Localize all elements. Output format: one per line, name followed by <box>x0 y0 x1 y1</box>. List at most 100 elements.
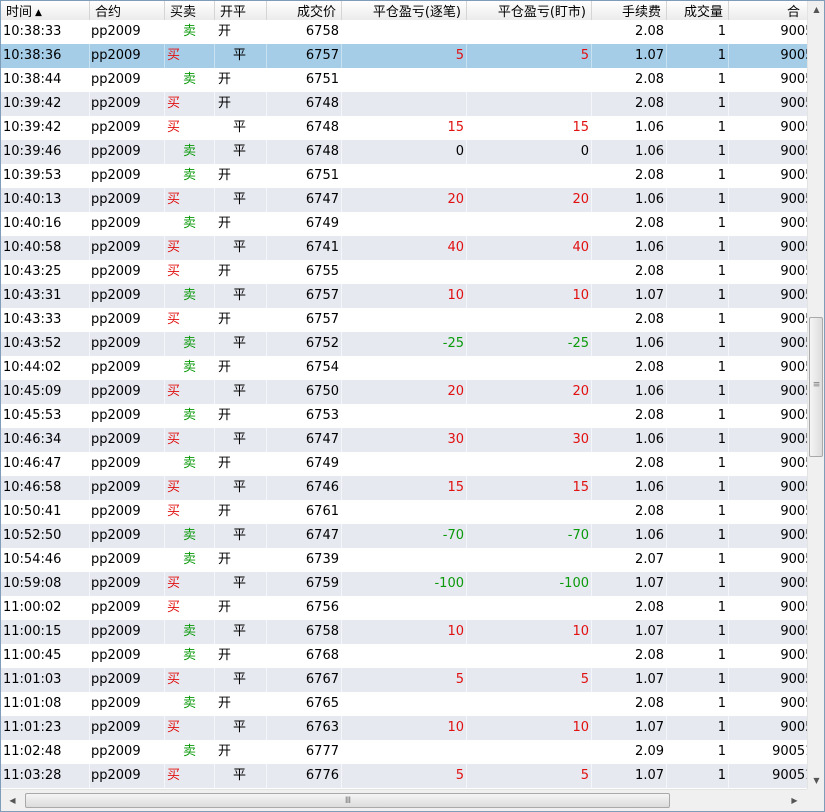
pnl-mark-cell: -70 <box>467 524 592 548</box>
pnl-per-trade-cell <box>342 260 467 284</box>
open-close-cell: 平 <box>215 44 267 68</box>
table-row[interactable]: 10:39:42pp2009买平674815151.061900518 <box>1 116 807 140</box>
open-close-cell: 开 <box>215 596 267 620</box>
open-close-cell: 开 <box>215 548 267 572</box>
table-row[interactable]: 10:38:36pp2009买平6757551.071900518 <box>1 44 807 68</box>
table-row[interactable]: 10:38:33pp2009卖开6758 2.081900518 <box>1 20 807 44</box>
table-row[interactable]: 10:39:46pp2009卖平6748001.061900518 <box>1 140 807 164</box>
scroll-up-arrow-icon[interactable]: ▲ <box>808 1 824 18</box>
table-row[interactable]: 10:45:53pp2009卖开6753 2.081900518 <box>1 404 807 428</box>
pnl-mark-cell: 15 <box>467 116 592 140</box>
pnl-per-trade-cell: 20 <box>342 380 467 404</box>
side-cell: 卖 <box>165 620 215 644</box>
table-row[interactable]: 11:01:23pp2009买平676310101.071900519 <box>1 716 807 740</box>
time-cell: 11:03:28 <box>1 764 90 788</box>
table-row[interactable]: 10:39:53pp2009卖开6751 2.081900518 <box>1 164 807 188</box>
pnl-mark-cell <box>467 164 592 188</box>
side-cell: 卖 <box>165 164 215 188</box>
contract-cell: pp2009 <box>90 140 165 164</box>
price-cell: 6753 <box>267 404 342 428</box>
side-cell: 卖 <box>165 332 215 356</box>
volume-cell: 1 <box>667 476 729 500</box>
pnl-mark-cell <box>467 644 592 668</box>
column-header-label: 成交量 <box>683 5 723 20</box>
open-close-cell: 平 <box>215 428 267 452</box>
contract-cell: pp2009 <box>90 476 165 500</box>
table-row[interactable]: 10:40:58pp2009买平674140401.061900518 <box>1 236 807 260</box>
table-row[interactable]: 10:38:44pp2009卖开6751 2.081900518 <box>1 68 807 92</box>
table-row[interactable]: 10:44:02pp2009卖开6754 2.081900518 <box>1 356 807 380</box>
table-row[interactable]: 10:40:16pp2009卖开6749 2.081900518 <box>1 212 807 236</box>
fee-cell: 2.08 <box>592 212 667 236</box>
vertical-scrollbar[interactable]: ▲ ≡ ▼ <box>807 1 824 789</box>
pnl-mark-cell: 5 <box>467 668 592 692</box>
table-row[interactable]: 10:39:42pp2009买开6748 2.081900518 <box>1 92 807 116</box>
table-row[interactable]: 10:45:09pp2009买平675020201.061900519 <box>1 380 807 404</box>
order-id-cell: 900518 <box>729 356 807 380</box>
scroll-down-arrow-icon[interactable]: ▼ <box>808 772 824 789</box>
table-row[interactable]: 10:52:50pp2009卖平6747-70-701.061900519 <box>1 524 807 548</box>
table-row[interactable]: 10:46:34pp2009买平674730301.061900518 <box>1 428 807 452</box>
trade-records-grid: 时间 ▲ 合约 买卖 开平 成交价 平仓盈亏(逐笔) 平仓盈亏(盯市) 手续费 成… <box>0 0 825 812</box>
order-id-cell: 9005110 <box>729 740 807 764</box>
table-row[interactable]: 11:03:28pp2009买平6776551.0719005110 <box>1 764 807 788</box>
side-cell: 买 <box>165 572 215 596</box>
price-cell: 6749 <box>267 452 342 476</box>
table-row[interactable]: 10:43:25pp2009买开6755 2.081900518 <box>1 260 807 284</box>
fee-cell: 2.08 <box>592 596 667 620</box>
fee-cell: 1.06 <box>592 524 667 548</box>
open-close-cell: 开 <box>215 212 267 236</box>
table-row[interactable]: 10:46:47pp2009卖开6749 2.081900518 <box>1 452 807 476</box>
table-row[interactable]: 11:02:48pp2009卖开6777 2.0919005110 <box>1 740 807 764</box>
table-row[interactable]: 10:43:31pp2009卖平675710101.071900518 <box>1 284 807 308</box>
order-id-cell: 900518 <box>729 212 807 236</box>
side-cell: 卖 <box>165 404 215 428</box>
price-cell: 6754 <box>267 356 342 380</box>
table-row[interactable]: 11:01:08pp2009卖开6765 2.081900519 <box>1 692 807 716</box>
table-row[interactable]: 10:59:08pp2009买平6759-100-1001.071900519 <box>1 572 807 596</box>
fee-cell: 2.08 <box>592 692 667 716</box>
pnl-mark-cell <box>467 692 592 716</box>
side-cell: 买 <box>165 44 215 68</box>
side-cell: 卖 <box>165 452 215 476</box>
table-row[interactable]: 10:46:58pp2009买平674615151.061900519 <box>1 476 807 500</box>
table-row[interactable]: 10:54:46pp2009卖开6739 2.071900519 <box>1 548 807 572</box>
pnl-mark-cell: 20 <box>467 380 592 404</box>
horizontal-scrollbar[interactable]: ◀ Ⅲ ▶ <box>1 789 807 811</box>
contract-cell: pp2009 <box>90 380 165 404</box>
fee-cell: 1.06 <box>592 116 667 140</box>
horizontal-scroll-thumb[interactable]: Ⅲ <box>25 793 670 808</box>
fee-cell: 2.08 <box>592 164 667 188</box>
pnl-per-trade-cell: 10 <box>342 620 467 644</box>
table-row[interactable]: 11:00:45pp2009卖开6768 2.081900519 <box>1 644 807 668</box>
price-cell: 6755 <box>267 260 342 284</box>
scroll-left-arrow-icon[interactable]: ◀ <box>4 792 21 809</box>
table-row[interactable]: 11:01:03pp2009买平6767551.071900519 <box>1 668 807 692</box>
table-row[interactable]: 11:00:02pp2009买开6756 2.081900519 <box>1 596 807 620</box>
fee-cell: 2.08 <box>592 92 667 116</box>
scroll-right-arrow-icon[interactable]: ▶ <box>786 792 803 809</box>
pnl-per-trade-cell: 20 <box>342 188 467 212</box>
table-row[interactable]: 11:00:15pp2009卖平675810101.071900519 <box>1 620 807 644</box>
contract-cell: pp2009 <box>90 740 165 764</box>
pnl-per-trade-cell <box>342 692 467 716</box>
volume-cell: 1 <box>667 140 729 164</box>
pnl-per-trade-cell: 5 <box>342 44 467 68</box>
fee-cell: 1.07 <box>592 620 667 644</box>
table-row[interactable]: 10:50:41pp2009买开6761 2.081900519 <box>1 500 807 524</box>
pnl-mark-cell: -100 <box>467 572 592 596</box>
contract-cell: pp2009 <box>90 284 165 308</box>
table-row[interactable]: 10:43:52pp2009卖平6752-25-251.061900518 <box>1 332 807 356</box>
volume-cell: 1 <box>667 572 729 596</box>
table-row[interactable]: 10:40:13pp2009买平674720201.061900518 <box>1 188 807 212</box>
pnl-mark-cell: 15 <box>467 476 592 500</box>
vertical-scroll-thumb[interactable]: ≡ <box>809 317 823 457</box>
open-close-cell: 开 <box>215 500 267 524</box>
price-cell: 6739 <box>267 548 342 572</box>
column-header-label: 成交价 <box>296 5 336 20</box>
open-close-cell: 开 <box>215 644 267 668</box>
fee-cell: 1.07 <box>592 764 667 788</box>
table-row[interactable]: 10:43:33pp2009买开6757 2.081900518 <box>1 308 807 332</box>
volume-cell: 1 <box>667 164 729 188</box>
volume-cell: 1 <box>667 668 729 692</box>
